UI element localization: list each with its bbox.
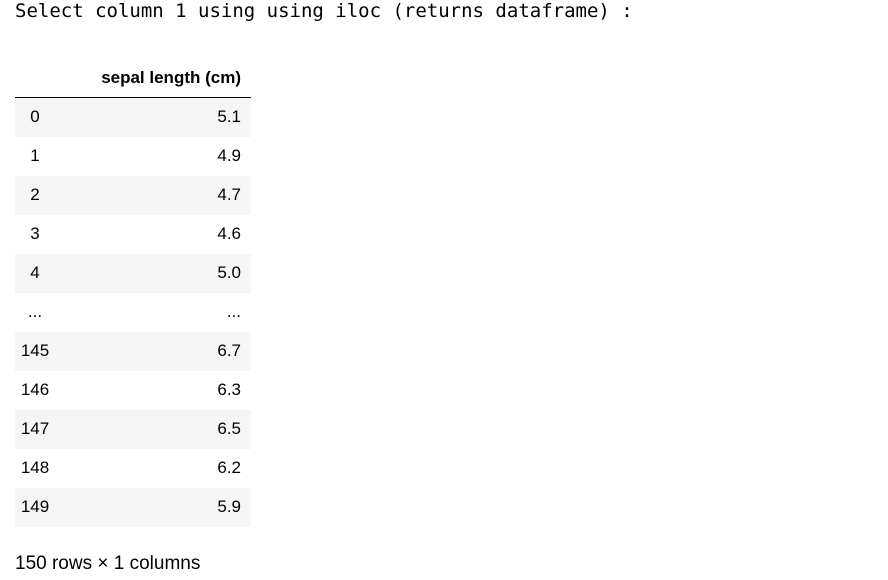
table-row: 147 6.5 bbox=[15, 409, 251, 449]
row-value: 4.7 bbox=[55, 175, 251, 215]
table-row: 149 5.9 bbox=[15, 487, 251, 527]
table-row: 3 4.6 bbox=[15, 215, 251, 254]
table-row: 2 4.7 bbox=[15, 175, 251, 215]
row-value: 5.0 bbox=[55, 253, 251, 293]
output-text: Select column 1 using using iloc (return… bbox=[15, 0, 633, 22]
table-row: 146 6.3 bbox=[15, 371, 251, 410]
row-index: 0 bbox=[15, 97, 55, 137]
row-index: 149 bbox=[15, 487, 55, 527]
row-index: 4 bbox=[15, 253, 55, 293]
dataframe-shape-footer: 150 rows × 1 columns bbox=[15, 553, 201, 574]
table-row: 1 4.9 bbox=[15, 137, 251, 176]
row-value: 6.3 bbox=[217, 380, 241, 399]
row-value: 6.2 bbox=[217, 458, 241, 477]
row-index: 2 bbox=[15, 175, 55, 215]
dataframe-table: sepal length (cm) 0 5.1 1 4.9 2 4.7 3 4.… bbox=[15, 59, 251, 527]
row-value: ... bbox=[226, 302, 241, 321]
table-row: 145 6.7 bbox=[15, 331, 251, 371]
row-value: 5.1 bbox=[55, 97, 251, 137]
index-header bbox=[15, 59, 55, 98]
row-index: 148 bbox=[20, 458, 50, 477]
row-index: 146 bbox=[20, 380, 50, 399]
row-index: ... bbox=[27, 302, 43, 321]
table-row: 4 5.0 bbox=[15, 253, 251, 293]
row-index: 147 bbox=[15, 409, 55, 449]
table-row-ellipsis: ... ... bbox=[15, 293, 251, 332]
row-value: 4.6 bbox=[217, 224, 241, 243]
row-index: 3 bbox=[30, 224, 40, 243]
row-value: 5.9 bbox=[55, 487, 251, 527]
table-header-row: sepal length (cm) bbox=[15, 59, 251, 98]
column-header: sepal length (cm) bbox=[55, 59, 251, 98]
row-index: 145 bbox=[15, 331, 55, 371]
row-index: 1 bbox=[30, 146, 40, 165]
row-value: 6.7 bbox=[55, 331, 251, 371]
table-row: 0 5.1 bbox=[15, 97, 251, 137]
table-row: 148 6.2 bbox=[15, 449, 251, 488]
row-value: 4.9 bbox=[217, 146, 241, 165]
row-value: 6.5 bbox=[55, 409, 251, 449]
